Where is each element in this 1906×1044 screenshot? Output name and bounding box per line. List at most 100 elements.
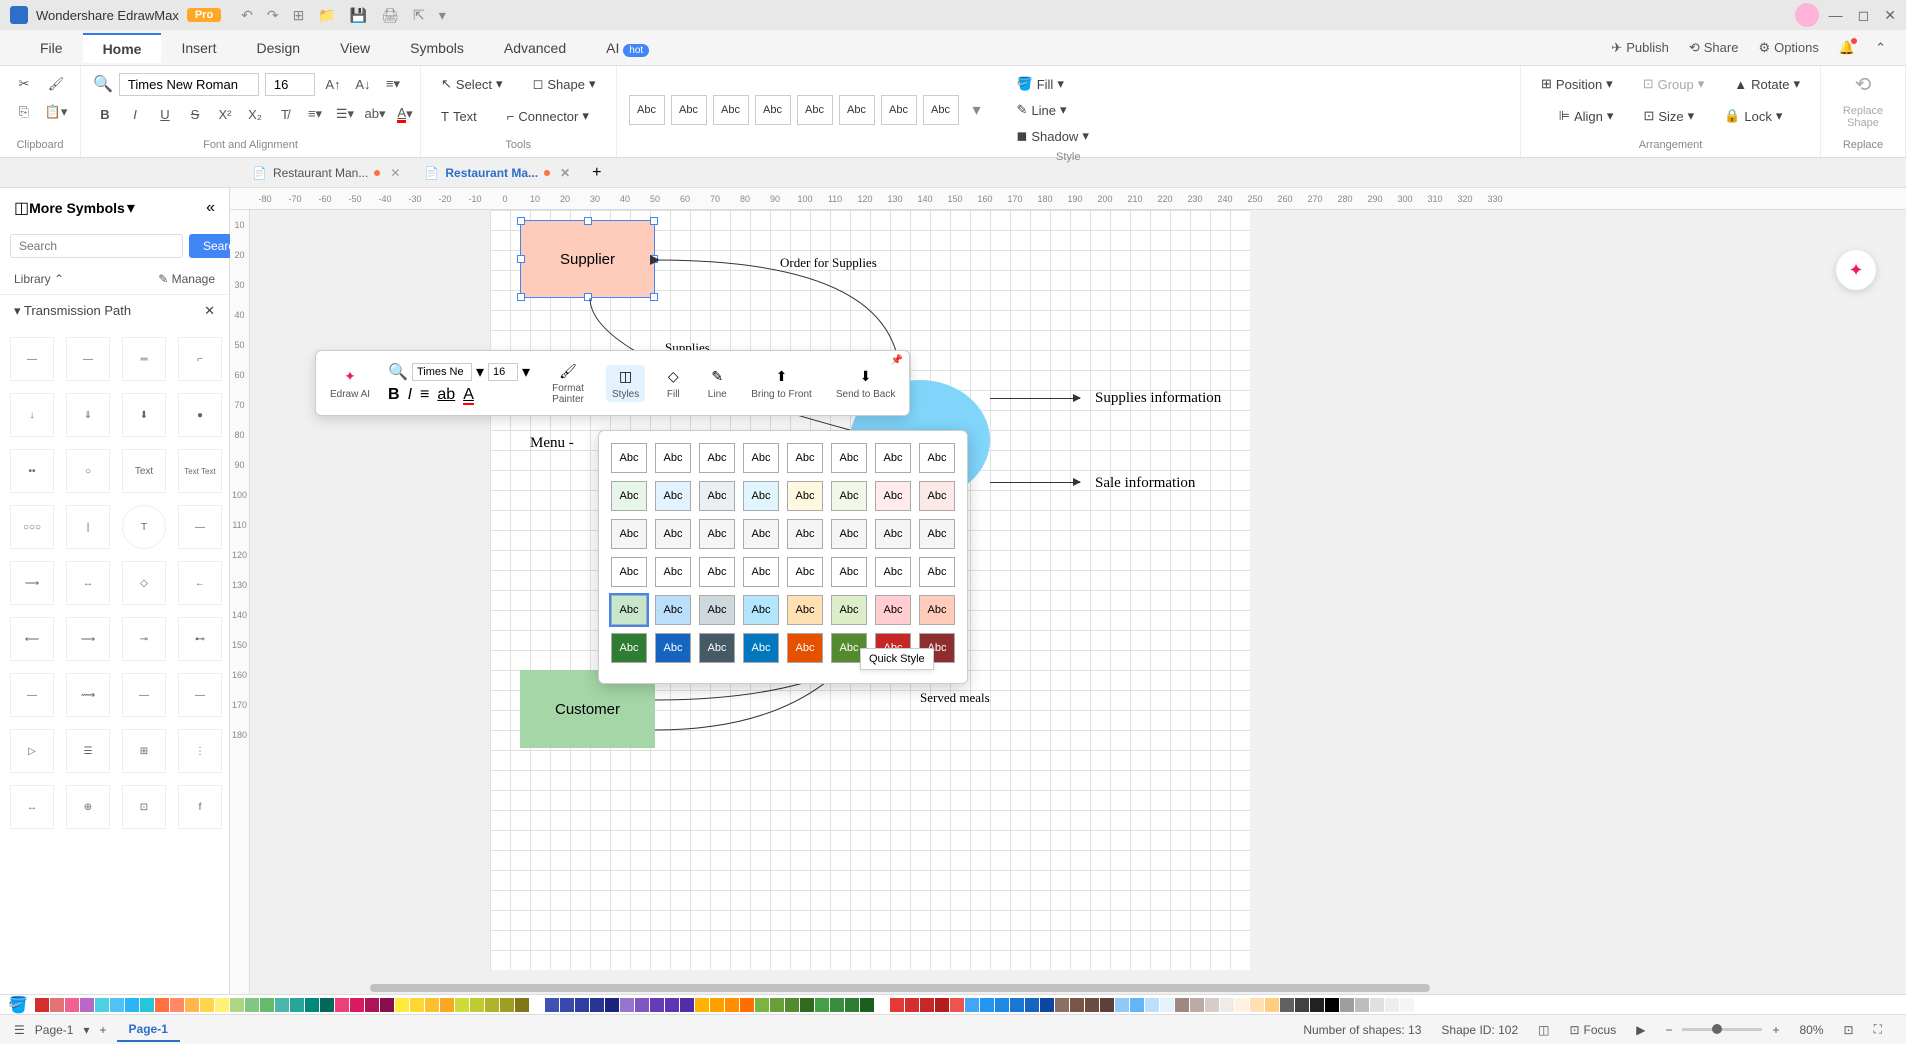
- color-swatch[interactable]: [995, 998, 1009, 1012]
- style-cell[interactable]: Abc: [875, 557, 911, 587]
- shape-item[interactable]: —: [66, 337, 110, 381]
- shape-item[interactable]: ○○○: [10, 505, 54, 549]
- style-cell[interactable]: Abc: [743, 557, 779, 587]
- style-cell[interactable]: Abc: [831, 481, 867, 511]
- share-button[interactable]: ⟲ Share: [1689, 40, 1739, 56]
- selection-handle[interactable]: [584, 217, 592, 225]
- color-swatch[interactable]: [1340, 998, 1354, 1012]
- color-swatch[interactable]: [425, 998, 439, 1012]
- style-cell[interactable]: Abc: [787, 557, 823, 587]
- style-cell[interactable]: Abc: [611, 519, 647, 549]
- collapse-ribbon-icon[interactable]: ⌃: [1875, 40, 1886, 56]
- align-mini-icon[interactable]: ≡: [420, 386, 429, 404]
- strikethrough-icon[interactable]: S: [183, 102, 207, 126]
- line-button[interactable]: ✎ Line▾: [1009, 98, 1097, 122]
- menu-design[interactable]: Design: [236, 34, 320, 62]
- style-cell[interactable]: Abc: [831, 557, 867, 587]
- color-swatch[interactable]: [500, 998, 514, 1012]
- shape-item[interactable]: ⟵: [10, 617, 54, 661]
- color-swatch[interactable]: [1325, 998, 1339, 1012]
- style-cell[interactable]: Abc: [655, 481, 691, 511]
- style-cell[interactable]: Abc: [919, 443, 955, 473]
- canvas[interactable]: Supplier rant Customer: [250, 210, 1906, 994]
- more-icon[interactable]: ▾: [439, 7, 446, 24]
- shape-item[interactable]: ○: [66, 449, 110, 493]
- color-swatch[interactable]: [875, 998, 889, 1012]
- color-swatch[interactable]: [725, 998, 739, 1012]
- style-swatch-8[interactable]: Abc: [923, 95, 959, 125]
- scrollbar-horizontal[interactable]: [270, 982, 1906, 994]
- menu-advanced[interactable]: Advanced: [484, 34, 586, 62]
- color-swatch[interactable]: [1355, 998, 1369, 1012]
- font-size-mini[interactable]: [488, 363, 518, 381]
- font-name-mini[interactable]: [412, 363, 472, 381]
- redo-icon[interactable]: ↷: [267, 7, 279, 24]
- color-swatch[interactable]: [1025, 998, 1039, 1012]
- shadow-button[interactable]: ◼ Shadow▾: [1009, 124, 1097, 148]
- focus-button[interactable]: ⊡ Focus: [1569, 1023, 1616, 1037]
- color-swatch[interactable]: [695, 998, 709, 1012]
- color-swatch[interactable]: [440, 998, 454, 1012]
- color-swatch[interactable]: [860, 998, 874, 1012]
- style-swatch-4[interactable]: Abc: [755, 95, 791, 125]
- color-swatch[interactable]: [470, 998, 484, 1012]
- shape-item[interactable]: ••: [10, 449, 54, 493]
- style-cell[interactable]: Abc: [611, 633, 647, 663]
- style-cell[interactable]: Abc: [655, 595, 691, 625]
- style-cell[interactable]: Abc: [655, 633, 691, 663]
- list-icon[interactable]: ☰▾: [333, 102, 357, 126]
- color-swatch[interactable]: [305, 998, 319, 1012]
- style-cell[interactable]: Abc: [875, 595, 911, 625]
- color-swatch[interactable]: [1145, 998, 1159, 1012]
- color-swatch[interactable]: [65, 998, 79, 1012]
- color-swatch[interactable]: [1400, 998, 1414, 1012]
- color-swatch[interactable]: [1295, 998, 1309, 1012]
- pin-icon[interactable]: 📌: [891, 355, 903, 366]
- style-cell[interactable]: Abc: [787, 443, 823, 473]
- zoom-out-icon[interactable]: −: [1665, 1023, 1672, 1037]
- fill-button[interactable]: 🪣 Fill▾: [1009, 72, 1097, 96]
- manage-button[interactable]: ✎ Manage: [158, 272, 215, 286]
- close-icon[interactable]: ✕: [1884, 7, 1896, 24]
- color-swatch[interactable]: [560, 998, 574, 1012]
- style-swatch-7[interactable]: Abc: [881, 95, 917, 125]
- page-list-icon[interactable]: ☰: [14, 1023, 25, 1037]
- color-swatch[interactable]: [665, 998, 679, 1012]
- color-swatch[interactable]: [1250, 998, 1264, 1012]
- close-section-icon[interactable]: ✕: [204, 303, 215, 319]
- color-swatch[interactable]: [410, 998, 424, 1012]
- italic-mini-icon[interactable]: I: [408, 386, 412, 404]
- color-swatch[interactable]: [1280, 998, 1294, 1012]
- shape-item[interactable]: ⊞: [122, 729, 166, 773]
- color-swatch[interactable]: [215, 998, 229, 1012]
- ai-float-button[interactable]: ✦: [1836, 250, 1876, 290]
- format-painter-mini[interactable]: 🖌 Format Painter: [542, 359, 594, 407]
- style-cell[interactable]: Abc: [875, 519, 911, 549]
- font-size-select[interactable]: [265, 73, 315, 96]
- color-swatch[interactable]: [80, 998, 94, 1012]
- page-tab-1[interactable]: Page-1: [117, 1018, 180, 1042]
- align-dropdown-icon[interactable]: ≡▾: [381, 72, 405, 96]
- style-cell[interactable]: Abc: [919, 595, 955, 625]
- color-swatch[interactable]: [545, 998, 559, 1012]
- color-swatch[interactable]: [1010, 998, 1024, 1012]
- color-swatch[interactable]: [1310, 998, 1324, 1012]
- style-cell[interactable]: Abc: [919, 481, 955, 511]
- style-cell[interactable]: Abc: [831, 519, 867, 549]
- color-swatch[interactable]: [740, 998, 754, 1012]
- close-tab-icon[interactable]: ✕: [390, 166, 400, 180]
- style-cell[interactable]: Abc: [875, 481, 911, 511]
- color-swatch[interactable]: [260, 998, 274, 1012]
- section-transmission-path[interactable]: ▾ Transmission Path ✕: [0, 294, 229, 327]
- color-swatch[interactable]: [230, 998, 244, 1012]
- superscript-icon[interactable]: X²: [213, 102, 237, 126]
- shape-item[interactable]: f: [178, 785, 222, 829]
- shape-item[interactable]: ⊡: [122, 785, 166, 829]
- style-more-icon[interactable]: ▾: [973, 100, 981, 120]
- fill-mini-button[interactable]: ◇ Fill: [657, 365, 689, 402]
- line-spacing-icon[interactable]: ≡▾: [303, 102, 327, 126]
- line-mini-button[interactable]: ✎ Line: [701, 365, 733, 402]
- color-swatch[interactable]: [650, 998, 664, 1012]
- selection-handle[interactable]: [650, 293, 658, 301]
- style-cell[interactable]: Abc: [743, 519, 779, 549]
